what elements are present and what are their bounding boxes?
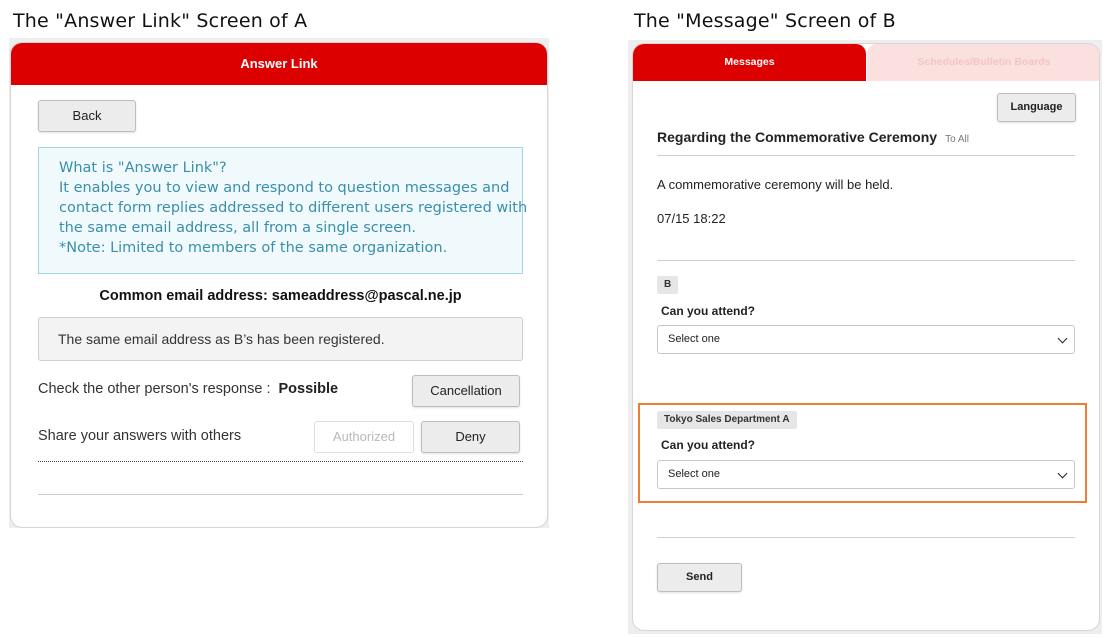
same-address-notice: The same email address as B’s has been r… [38, 317, 523, 361]
authorized-button[interactable]: Authorized [314, 421, 414, 453]
deny-button[interactable]: Deny [421, 421, 520, 453]
answer-select[interactable]: Select one [657, 325, 1075, 354]
check-response-value: Possible [278, 381, 339, 397]
message-title: Regarding the Commemorative Ceremony To A… [657, 129, 969, 145]
caption-screen-a: The "Answer Link" Screen of A [13, 10, 308, 32]
divider [657, 537, 1075, 538]
language-button[interactable]: Language [997, 93, 1076, 122]
info-line: It enables you to view and respond to qu… [59, 180, 510, 196]
check-response-label: Check the other person's response : [38, 381, 271, 397]
answer-select-value: Select one [668, 333, 720, 345]
recipient-label: To All [945, 134, 969, 145]
answer-link-header: Answer Link [11, 43, 547, 85]
answer-select-value: Select one [668, 468, 720, 480]
dotted-divider [38, 461, 523, 462]
back-button[interactable]: Back [38, 100, 136, 132]
divider [657, 260, 1075, 261]
message-title-text: Regarding the Commemorative Ceremony [657, 129, 938, 145]
respondent-tag: B [657, 276, 679, 294]
answer-link-screen: Answer Link Back What is "Answer Link"? … [10, 42, 548, 528]
caption-screen-b: The "Message" Screen of B [634, 10, 896, 32]
question-label: Can you attend? [661, 438, 756, 452]
info-line: the same email address, all from a singl… [59, 220, 417, 236]
share-answers-label: Share your answers with others [38, 428, 242, 444]
info-line: What is "Answer Link"? [59, 160, 227, 176]
common-email-address: Common email address: sameaddress@pascal… [99, 288, 462, 304]
answer-select[interactable]: Select one [657, 460, 1075, 489]
message-screen: Messages Schedules/Bulletin Boards Langu… [632, 43, 1100, 631]
tab-schedules-bulletin-boards[interactable]: Schedules/Bulletin Boards [867, 44, 1099, 81]
send-button[interactable]: Send [657, 563, 742, 592]
divider [657, 155, 1075, 156]
check-response-row: Check the other person's response : Possi… [38, 381, 338, 397]
question-label: Can you attend? [661, 304, 756, 318]
tab-messages[interactable]: Messages [633, 44, 866, 81]
cancellation-button[interactable]: Cancellation [412, 375, 520, 407]
respondent-tag: Tokyo Sales Department A [657, 411, 797, 429]
answer-link-info-box: What is "Answer Link"? It enables you to… [38, 147, 528, 274]
message-body: A commemorative ceremony will be held. [657, 177, 894, 192]
message-timestamp: 07/15 18:22 [657, 211, 726, 226]
chevron-down-icon [1057, 468, 1068, 479]
divider [38, 494, 523, 495]
info-line: contact form replies addressed to differ… [59, 200, 528, 216]
chevron-down-icon [1057, 333, 1068, 344]
info-line: *Note: Limited to members of the same or… [59, 240, 448, 256]
